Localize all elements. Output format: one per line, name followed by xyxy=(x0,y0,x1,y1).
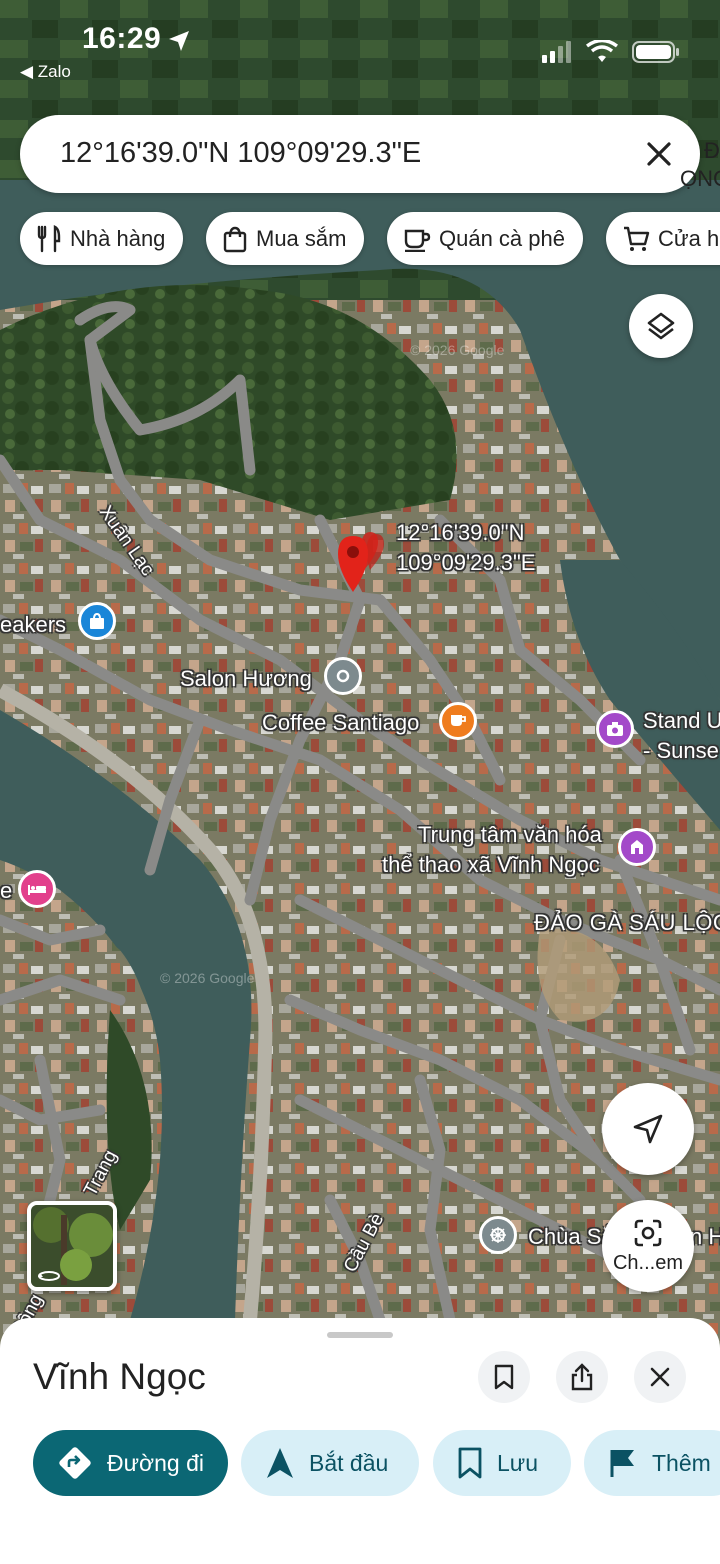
dropped-pin-icon[interactable] xyxy=(330,526,386,596)
more-button[interactable]: Thêm xyxy=(584,1430,720,1496)
search-bar[interactable]: 12°16'39.0"N 109°09'29.3"E xyxy=(20,115,700,193)
navigation-arrow-icon xyxy=(267,1448,293,1478)
search-query[interactable]: 12°16'39.0"N 109°09'29.3"E xyxy=(60,137,421,170)
poi-shopping-icon[interactable] xyxy=(78,602,116,640)
action-label: Đường đi xyxy=(107,1449,204,1476)
flag-icon xyxy=(610,1450,634,1477)
place-bottom-sheet[interactable]: Vĩnh Ngọc Đường đi Bắt đầu Lưu Thêm xyxy=(0,1318,720,1564)
poi-label-hotel[interactable]: e xyxy=(0,878,12,904)
bookmark-icon xyxy=(458,1447,482,1479)
location-arrow-icon xyxy=(169,31,189,51)
poi-place-icon[interactable] xyxy=(324,657,362,695)
close-icon xyxy=(650,1367,670,1387)
map-watermark: © 2026 Google xyxy=(410,342,505,358)
shopping-bag-icon xyxy=(223,226,247,252)
poi-label-eakers[interactable]: eakers xyxy=(0,612,66,638)
status-icons xyxy=(542,40,680,64)
poi-landmark-icon[interactable] xyxy=(618,828,656,866)
my-location-button[interactable] xyxy=(602,1083,694,1175)
battery-icon xyxy=(632,41,679,63)
action-label: Lưu xyxy=(497,1449,538,1476)
chip-restaurants[interactable]: Nhà hàng xyxy=(20,212,184,265)
poi-label-temple[interactable]: Chùa Sắ xyxy=(528,1224,614,1250)
poi-label-stand-up[interactable]: Stand U xyxy=(643,708,720,734)
close-sheet-button[interactable] xyxy=(634,1351,686,1403)
street-view-thumbnail[interactable] xyxy=(27,1201,117,1291)
chip-shopping[interactable]: Mua sắm xyxy=(206,212,365,265)
poi-coffee-icon[interactable] xyxy=(439,702,477,740)
map-label-truncated: Đ xyxy=(704,138,720,163)
maps-screen: 16:29 ◀ Zalo 12°16'39.0"N 109°09'29.3"E xyxy=(0,0,720,1564)
chip-label: Nhà hàng xyxy=(70,225,166,251)
chip-coffee[interactable]: Quán cà phê xyxy=(387,212,583,265)
action-label: Thêm xyxy=(652,1449,711,1476)
status-time: 16:29 xyxy=(82,22,162,55)
start-navigation-button[interactable]: Bắt đầu xyxy=(241,1430,419,1496)
poi-label-cultural-center-2[interactable]: thể thao xã Vĩnh Ngọc xyxy=(382,852,600,878)
poi-label-salon[interactable]: Salon Hương xyxy=(180,666,312,692)
sheet-drag-handle[interactable] xyxy=(327,1332,393,1338)
close-icon[interactable] xyxy=(640,135,678,173)
layers-icon xyxy=(647,312,675,340)
bookmark-icon xyxy=(494,1364,514,1390)
pin-longitude: 109°09'29.3"E xyxy=(396,550,536,575)
directions-icon xyxy=(59,1447,91,1479)
chip-label: Mua sắm xyxy=(256,225,347,251)
directions-button[interactable]: Đường đi xyxy=(33,1430,228,1496)
image-search-button[interactable]: Ch...em xyxy=(602,1200,694,1292)
chip-stores[interactable]: Cửa h xyxy=(606,212,720,265)
pin-latitude: 12°16'39.0"N xyxy=(396,520,525,545)
chip-label: Cửa h xyxy=(658,225,720,251)
poi-label-cultural-center[interactable]: Trung tâm văn hóa xyxy=(418,822,602,848)
image-search-label: Ch...em xyxy=(612,1251,684,1274)
camera-lens-icon xyxy=(634,1219,662,1246)
save-bookmark-button[interactable] xyxy=(478,1351,530,1403)
chip-label: Quán cà phê xyxy=(439,225,565,251)
coffee-cup-icon xyxy=(404,229,431,252)
poi-label-temple-tail[interactable]: n H xyxy=(690,1224,720,1250)
shopping-cart-icon xyxy=(624,226,650,251)
poi-camera-icon[interactable] xyxy=(596,710,634,748)
area-label-dao-ga: ĐẢO GÀ SÁU LỘC xyxy=(534,910,720,935)
share-icon xyxy=(571,1363,593,1391)
map-watermark: © 2026 Google xyxy=(160,970,255,986)
poi-label-coffee[interactable]: Coffee Santiago xyxy=(262,710,419,736)
place-title: Vĩnh Ngọc xyxy=(33,1356,206,1397)
share-button[interactable] xyxy=(556,1351,608,1403)
action-label: Bắt đầu xyxy=(309,1449,389,1476)
map-label-truncated: ỌNG xyxy=(680,166,720,191)
restaurant-icon xyxy=(37,224,61,252)
navigation-arrow-icon xyxy=(633,1114,663,1144)
poi-hotel-icon[interactable] xyxy=(18,870,56,908)
save-button[interactable]: Lưu xyxy=(433,1430,571,1496)
poi-label-sunset[interactable]: - Sunse xyxy=(643,738,719,764)
back-to-app-link[interactable]: ◀ Zalo xyxy=(20,62,71,82)
layers-button[interactable] xyxy=(629,294,693,358)
poi-temple-icon[interactable] xyxy=(479,1216,517,1254)
wifi-icon xyxy=(586,40,618,62)
cellular-signal-icon xyxy=(542,41,571,63)
rotate-360-icon xyxy=(38,1271,60,1281)
